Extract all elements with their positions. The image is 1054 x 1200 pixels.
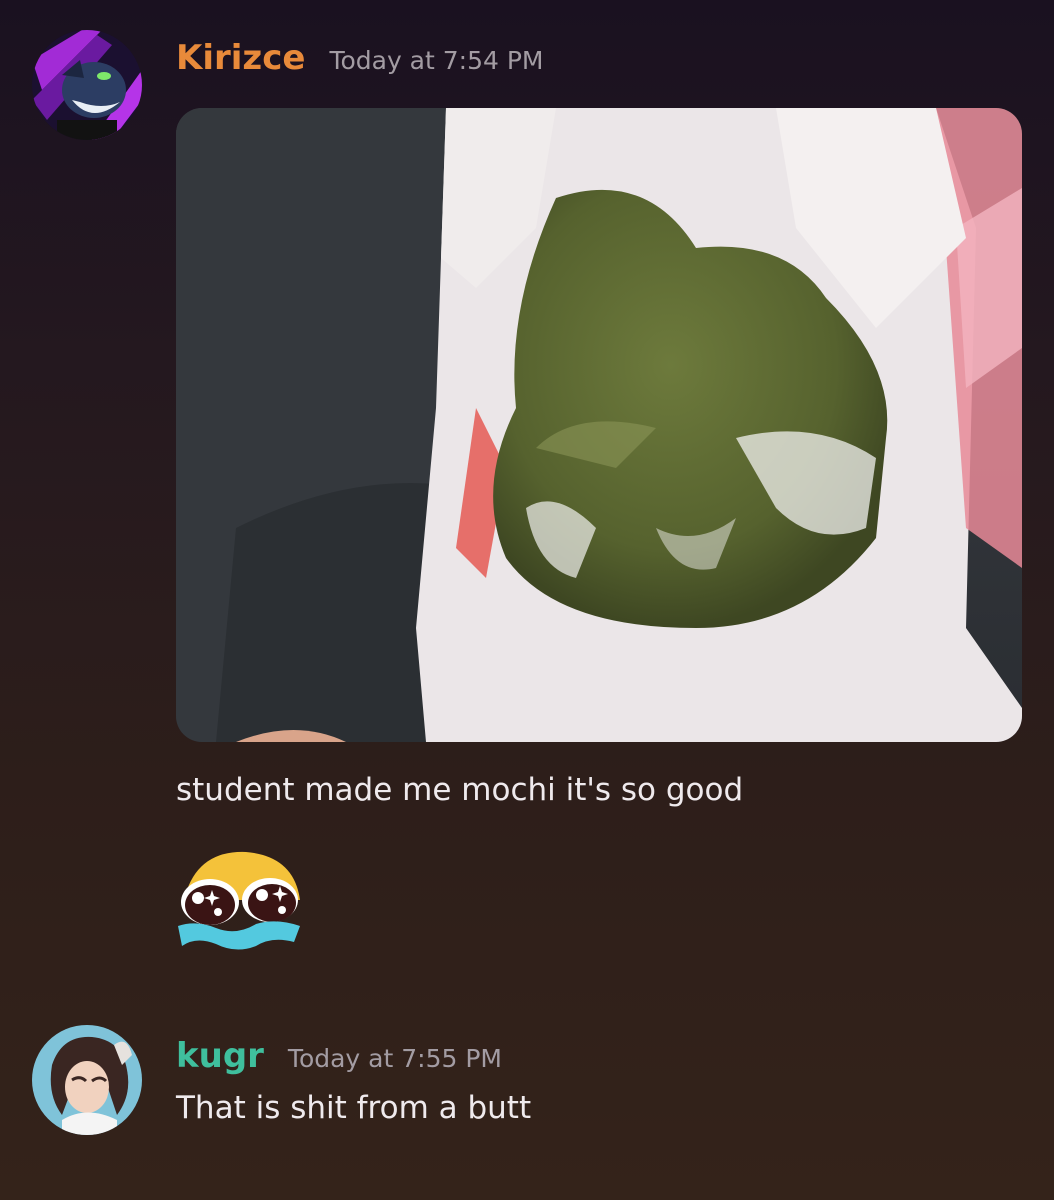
message-header: Kirizce Today at 7:54 PM — [176, 38, 544, 78]
username-kirizce[interactable]: Kirizce — [176, 38, 305, 78]
message-text: That is shit from a butt — [176, 1090, 532, 1126]
message-text: student made me mochi it's so good — [176, 772, 744, 808]
message-kirizce: Kirizce Today at 7:54 PM student made me… — [0, 0, 1054, 980]
avatar-kirizce[interactable] — [32, 30, 142, 140]
username-kugr[interactable]: kugr — [176, 1036, 264, 1076]
timestamp[interactable]: Today at 7:55 PM — [288, 1044, 502, 1073]
avatar-kugr[interactable] — [32, 1025, 142, 1135]
image-attachment-mochi[interactable] — [176, 108, 1022, 742]
timestamp[interactable]: Today at 7:54 PM — [329, 46, 543, 75]
message-header: kugr Today at 7:55 PM — [176, 1036, 502, 1076]
message-kugr: kugr Today at 7:55 PM That is shit from … — [0, 1000, 1054, 1200]
crying-sparkle-eyes-emoji[interactable] — [176, 850, 304, 956]
